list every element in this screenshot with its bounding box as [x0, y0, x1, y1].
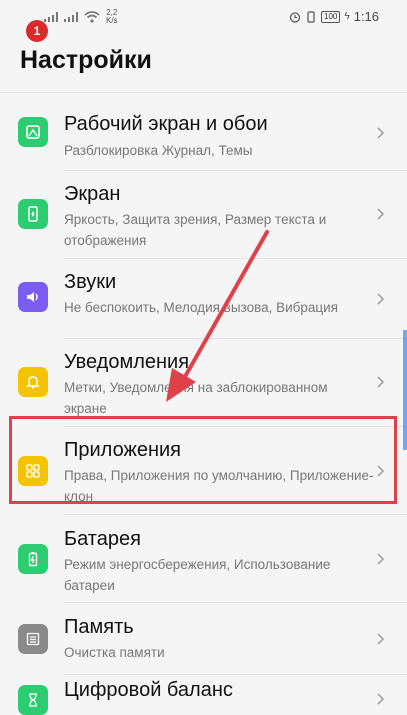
- item-title: Экран: [64, 183, 121, 205]
- display-icon: [18, 199, 48, 229]
- status-left: 2,2 K/s: [44, 9, 118, 25]
- item-title: Память: [64, 616, 134, 638]
- item-subtitle: Разблокировка Журнал, Темы: [64, 143, 253, 158]
- chevron-right-icon: [377, 293, 385, 305]
- settings-item-display[interactable]: Экран Яркость, Защита зрения, Размер тек…: [0, 171, 407, 259]
- settings-item-home-screen[interactable]: Рабочий экран и обои Разблокировка Журна…: [0, 93, 407, 171]
- item-subtitle: Не беспокоить, Мелодия вызова, Вибрация: [64, 300, 338, 315]
- item-subtitle: Яркость, Защита зрения, Размер текста и …: [64, 212, 327, 248]
- item-title: Цифровой баланс: [64, 679, 233, 701]
- chevron-right-icon: [377, 127, 385, 139]
- wallpaper-icon: [18, 117, 48, 147]
- item-subtitle: Очистка памяти: [64, 645, 165, 660]
- item-title: Рабочий экран и обои: [64, 113, 268, 135]
- vibrate-icon: [307, 10, 315, 23]
- chevron-right-icon: [377, 633, 385, 645]
- step-number-badge: 1: [26, 20, 48, 42]
- chevron-right-icon: [377, 553, 385, 565]
- alarm-icon: [289, 11, 301, 23]
- scroll-accent: [403, 330, 407, 450]
- status-bar: 2,2 K/s 100 ϟ 1:16: [0, 0, 407, 32]
- item-subtitle: Режим энергосбережения, Использование ба…: [64, 557, 331, 593]
- clock: 1:16: [353, 9, 379, 24]
- chevron-right-icon: [377, 208, 385, 220]
- bell-icon: [18, 367, 48, 397]
- settings-item-battery[interactable]: Батарея Режим энергосбережения, Использо…: [0, 515, 407, 603]
- hourglass-icon: [18, 685, 48, 715]
- storage-icon: [18, 624, 48, 654]
- network-speed: 2,2 K/s: [106, 9, 118, 25]
- sound-icon: [18, 282, 48, 312]
- highlight-box: [9, 416, 397, 504]
- signal-icon: [44, 12, 58, 22]
- chevron-right-icon: [377, 376, 385, 388]
- item-title: Уведомления: [64, 351, 190, 373]
- item-title: Звуки: [64, 271, 117, 293]
- signal-icon-2: [64, 12, 78, 22]
- charging-icon: ϟ: [344, 11, 350, 22]
- item-subtitle: Метки, Уведомления на заблокированном эк…: [64, 380, 328, 416]
- settings-item-notifications[interactable]: Уведомления Метки, Уведомления на заблок…: [0, 339, 407, 427]
- battery-level: 100: [321, 10, 341, 23]
- chevron-right-icon: [377, 693, 385, 705]
- speed-unit: K/s: [106, 16, 118, 25]
- wifi-icon: [84, 11, 100, 23]
- page-title: Настройки: [20, 46, 152, 74]
- settings-item-storage[interactable]: Память Очистка памяти: [0, 603, 407, 675]
- settings-item-sounds[interactable]: Звуки Не беспокоить, Мелодия вызова, Виб…: [0, 259, 407, 339]
- battery-icon: [18, 544, 48, 574]
- item-title: Батарея: [64, 528, 141, 550]
- settings-item-digital-balance[interactable]: Цифровой баланс: [0, 675, 407, 715]
- status-right: 100 ϟ 1:16: [289, 9, 379, 24]
